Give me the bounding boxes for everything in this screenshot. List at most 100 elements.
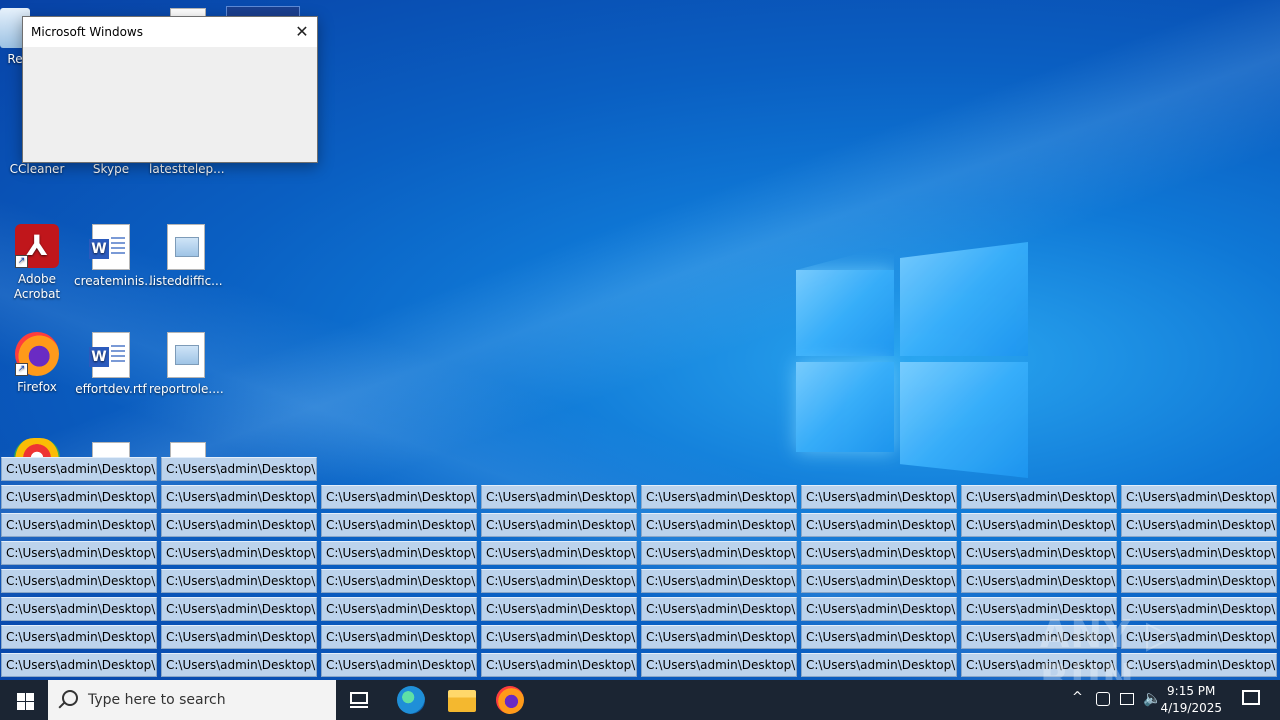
window-tile[interactable]: C:\Users\admin\Desktop\d... [1121,653,1277,677]
window-tile[interactable]: C:\Users\admin\Desktop\d... [1,625,157,649]
notification-center-icon[interactable] [1242,690,1260,705]
minimized-windows-area: C:\Users\admin\Desktop\d...C:\Users\admi… [0,456,1280,680]
acrobat-icon: ⅄ ↗ [15,224,59,268]
window-tile[interactable]: C:\Users\admin\Desktop\d... [801,597,957,621]
clock-time: 9:15 PM [1167,684,1216,698]
window-tile[interactable]: C:\Users\admin\Desktop\d... [961,569,1117,593]
window-tile[interactable]: C:\Users\admin\Desktop\d... [641,485,797,509]
desktop-icon-label: CCleaner [9,162,65,176]
taskbar: Type here to search ^ 🔈 9:15 PM 4/19/202… [0,680,1280,720]
window-tile[interactable]: C:\Users\admin\Desktop\d... [481,625,637,649]
reportrole-image-icon[interactable]: reportrole.... [149,332,224,397]
taskbar-search-box[interactable]: Type here to search [48,680,336,720]
effortdev-doc-icon[interactable]: W effortdev.rtf [74,332,148,397]
window-tile[interactable]: C:\Users\admin\Desktop\d... [961,513,1117,537]
desktop-icon-label: Firefox [17,380,57,394]
window-tile[interactable]: C:\Users\admin\Desktop\d... [961,625,1117,649]
window-tile[interactable]: C:\Users\admin\Desktop\d... [161,625,317,649]
window-tile[interactable]: C:\Users\admin\Desktop\d... [481,653,637,677]
system-clock[interactable]: 9:15 PM 4/19/2025 [1160,683,1222,717]
listeddiffic-image-icon[interactable]: listeddiffic... [149,224,223,289]
window-tile[interactable]: C:\Users\admin\Desktop\d... [641,653,797,677]
window-tile[interactable]: C:\Users\admin\Desktop\d... [1,457,157,481]
window-tile[interactable]: C:\Users\admin\Desktop\d... [1121,625,1277,649]
window-tile[interactable]: C:\Users\admin\Desktop\d... [961,653,1117,677]
window-tile[interactable]: C:\Users\admin\Desktop\d... [161,485,317,509]
window-tile[interactable]: C:\Users\admin\Desktop\d... [481,513,637,537]
window-tile[interactable]: C:\Users\admin\Desktop\d... [961,485,1117,509]
window-tile[interactable]: C:\Users\admin\Desktop\d... [321,541,477,565]
meet-now-icon[interactable] [1096,692,1110,706]
window-tile[interactable]: C:\Users\admin\Desktop\d... [1,485,157,509]
desktop-icon-label: Adobe Acrobat [13,272,61,301]
desktop-icon-label: effortdev.rtf [75,382,147,396]
image-file-icon [167,332,205,378]
chevron-up-icon[interactable]: ^ [1072,690,1083,705]
edge-icon[interactable] [397,686,425,714]
window-tile[interactable]: C:\Users\admin\Desktop\d... [801,485,957,509]
window-tile[interactable]: C:\Users\admin\Desktop\d... [1,513,157,537]
network-icon[interactable] [1120,693,1134,705]
dialog-title: Microsoft Windows [31,25,143,39]
window-tile[interactable]: C:\Users\admin\Desktop\d... [641,541,797,565]
word-document-icon: W [89,332,130,378]
window-tile[interactable]: C:\Users\admin\Desktop\d... [161,513,317,537]
window-tile[interactable]: C:\Users\admin\Desktop\d... [161,653,317,677]
createminis-doc-icon[interactable]: W createminis... [74,224,156,289]
window-tile[interactable]: C:\Users\admin\Desktop\d... [481,569,637,593]
file-explorer-icon[interactable] [448,690,476,712]
window-tile[interactable]: C:\Users\admin\Desktop\d... [161,569,317,593]
microsoft-windows-dialog: Microsoft Windows ✕ [22,16,318,163]
desktop-icon-label: Skype [92,162,130,176]
window-tile[interactable]: C:\Users\admin\Desktop\d... [321,485,477,509]
window-tile[interactable]: C:\Users\admin\Desktop\d... [321,513,477,537]
window-tile[interactable]: C:\Users\admin\Desktop\d... [1,597,157,621]
window-tile[interactable]: C:\Users\admin\Desktop\d... [1121,485,1277,509]
window-tile[interactable]: C:\Users\admin\Desktop\d... [1121,597,1277,621]
window-tile[interactable]: C:\Users\admin\Desktop\d... [641,597,797,621]
adobe-acrobat-icon[interactable]: ⅄ ↗ Adobe Acrobat [0,224,74,302]
window-tile[interactable]: C:\Users\admin\Desktop\d... [801,541,957,565]
close-icon[interactable]: ✕ [287,17,317,47]
desktop-icon-label: createminis... [74,274,156,288]
firefox-logo-icon: ↗ [15,332,59,376]
start-button[interactable] [0,680,48,720]
window-tile[interactable]: C:\Users\admin\Desktop\d... [1,569,157,593]
volume-icon[interactable]: 🔈 [1143,689,1162,707]
window-tile[interactable]: C:\Users\admin\Desktop\d... [641,513,797,537]
firefox-taskbar-icon[interactable] [496,686,524,714]
window-tile[interactable]: C:\Users\admin\Desktop\d... [161,541,317,565]
firefox-icon[interactable]: ↗ Firefox [0,332,74,395]
window-tile[interactable]: C:\Users\admin\Desktop\d... [1,541,157,565]
window-tile[interactable]: C:\Users\admin\Desktop\d... [1121,569,1277,593]
window-tile[interactable]: C:\Users\admin\Desktop\d... [1,653,157,677]
window-tile[interactable]: C:\Users\admin\Desktop\d... [481,597,637,621]
window-tile[interactable]: C:\Users\admin\Desktop\d... [481,541,637,565]
window-tile[interactable]: C:\Users\admin\Desktop\d... [481,485,637,509]
window-tile[interactable]: C:\Users\admin\Desktop\d... [321,597,477,621]
window-tile[interactable]: C:\Users\admin\Desktop\d... [161,597,317,621]
window-tile[interactable]: C:\Users\admin\Desktop\d... [161,457,317,481]
window-tile[interactable]: C:\Users\admin\Desktop\d... [801,513,957,537]
desktop-icon-label: listeddiffic... [149,274,223,288]
window-tile[interactable]: C:\Users\admin\Desktop\d... [1121,541,1277,565]
window-tile[interactable]: C:\Users\admin\Desktop\d... [321,625,477,649]
window-tile[interactable]: C:\Users\admin\Desktop\d... [801,625,957,649]
window-tile[interactable]: C:\Users\admin\Desktop\d... [1121,513,1277,537]
search-placeholder: Type here to search [88,692,226,708]
dialog-titlebar[interactable]: Microsoft Windows ✕ [23,17,317,47]
window-tile[interactable]: C:\Users\admin\Desktop\d... [641,569,797,593]
chrome-icon[interactable] [14,438,60,458]
window-tile[interactable]: C:\Users\admin\Desktop\d... [961,597,1117,621]
clock-date: 4/19/2025 [1160,701,1222,715]
window-tile[interactable]: C:\Users\admin\Desktop\d... [801,569,957,593]
desktop-icon-label: Re [7,52,23,66]
window-tile[interactable]: C:\Users\admin\Desktop\d... [961,541,1117,565]
window-tile[interactable]: C:\Users\admin\Desktop\d... [321,653,477,677]
window-tile[interactable]: C:\Users\admin\Desktop\d... [801,653,957,677]
desktop-icon-label: reportrole.... [149,382,224,396]
window-tile[interactable]: C:\Users\admin\Desktop\d... [321,569,477,593]
window-tile[interactable]: C:\Users\admin\Desktop\d... [641,625,797,649]
search-icon [62,690,78,706]
task-view-icon[interactable] [350,692,368,708]
